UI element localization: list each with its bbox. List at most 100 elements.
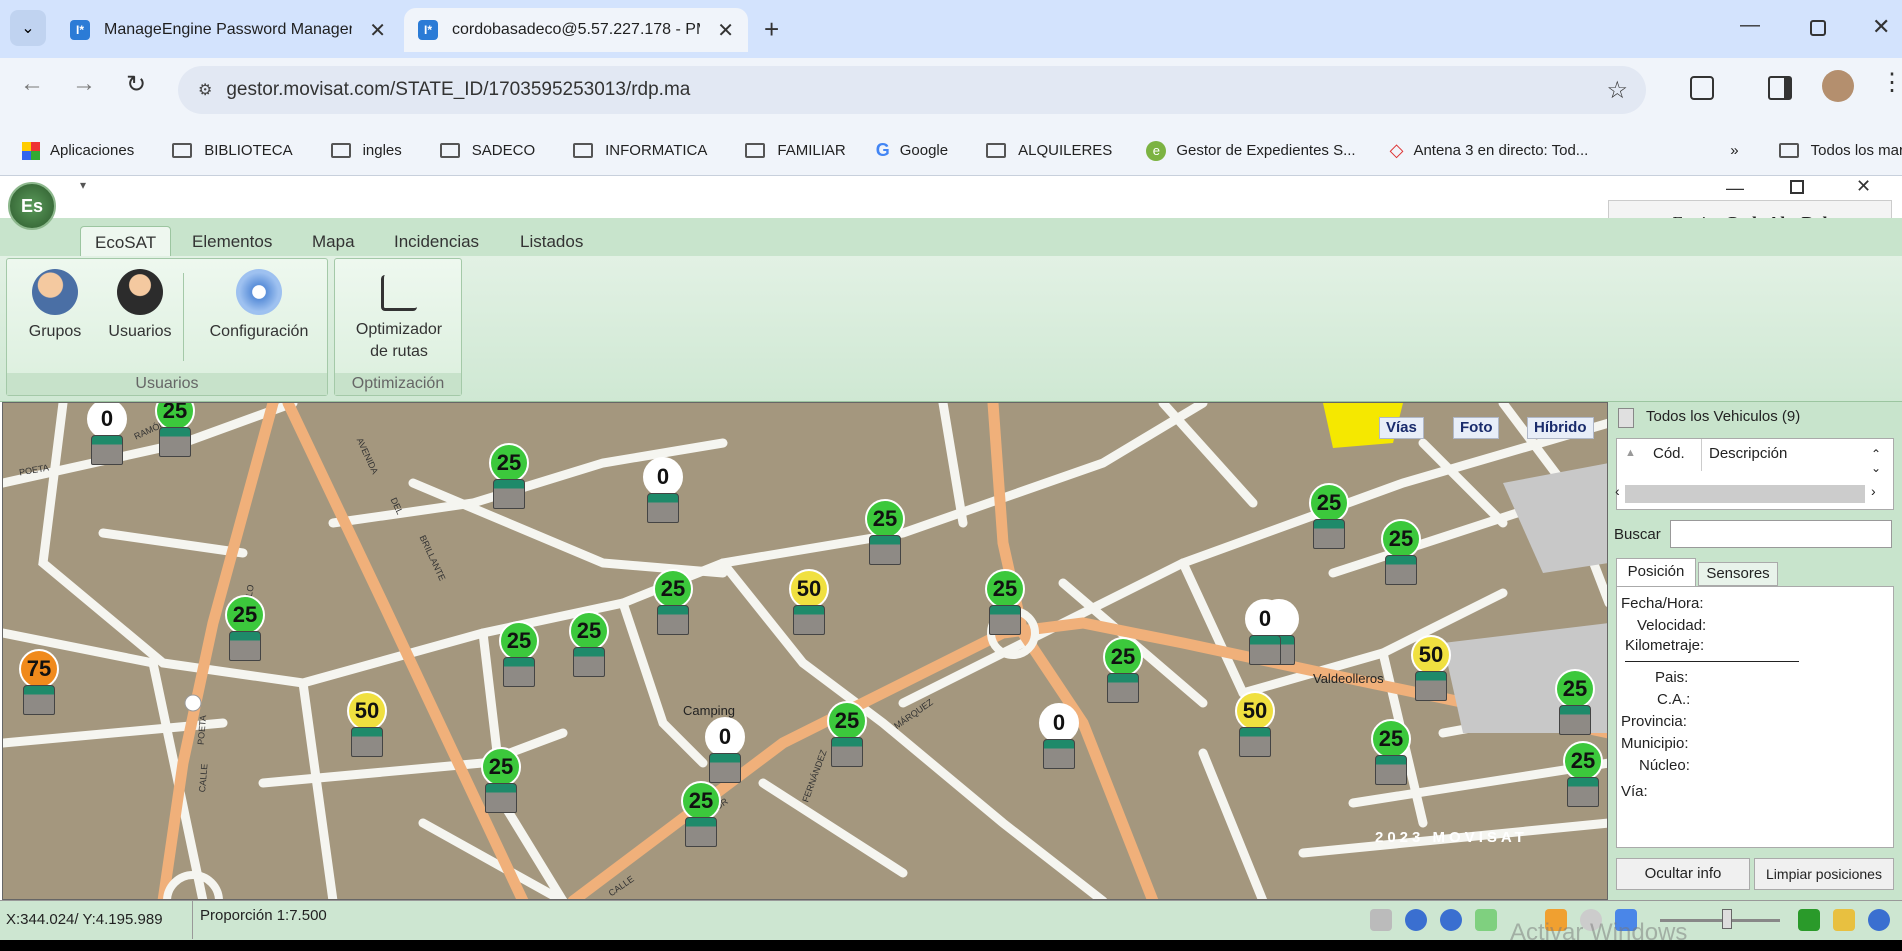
map-mode-foto-button[interactable]: Foto — [1453, 417, 1500, 439]
scroll-right-icon[interactable]: › — [1871, 483, 1876, 499]
menu-kebab-icon[interactable]: ⋮ — [1880, 68, 1902, 97]
map-mode-hibrido-button[interactable]: Híbrido — [1527, 417, 1594, 439]
globe-icon[interactable] — [1440, 909, 1462, 931]
tab-posicion[interactable]: Posición — [1616, 558, 1696, 586]
layers-icon[interactable] — [1833, 909, 1855, 931]
field-via: Vía: — [1621, 783, 1648, 800]
container-marker[interactable]: 25 — [155, 403, 195, 457]
hide-info-button[interactable]: Ocultar info — [1616, 858, 1750, 890]
configuracion-button[interactable]: Configuración — [195, 269, 323, 343]
bookmark-aplicaciones[interactable]: Aplicaciones — [22, 141, 134, 160]
close-tab-icon[interactable]: ✕ — [369, 18, 386, 43]
tab-password-manager[interactable]: I* ManageEngine Password Manager Pro ✕ — [56, 8, 400, 52]
tab-ecosat[interactable]: EcoSAT — [80, 226, 172, 258]
container-marker[interactable]: 0 — [87, 403, 127, 465]
map-mode-vias-button[interactable]: Vías — [1379, 417, 1424, 439]
container-marker[interactable]: 25 — [1555, 669, 1595, 735]
zoom-in-icon[interactable] — [1798, 909, 1820, 931]
container-marker[interactable]: 0 — [643, 457, 683, 523]
zoom-slider-handle[interactable] — [1722, 909, 1732, 929]
container-marker[interactable]: 25 — [225, 595, 265, 661]
minimize-window-icon[interactable]: — — [1740, 14, 1760, 37]
container-marker[interactable]: 50 — [1235, 691, 1275, 757]
container-marker[interactable]: 25 — [1371, 719, 1411, 785]
new-tab-icon[interactable]: + — [764, 14, 779, 45]
home-icon[interactable] — [1370, 909, 1392, 931]
more-bookmarks-icon[interactable]: » — [1730, 142, 1738, 159]
container-marker[interactable]: 25 — [653, 569, 693, 635]
container-marker[interactable]: 25 — [1103, 637, 1143, 703]
bookmark-antena3[interactable]: ◇ Antena 3 en directo: Tod... — [1390, 140, 1589, 161]
container-marker[interactable]: 25 — [985, 569, 1025, 635]
fill-level-badge: 25 — [569, 611, 609, 651]
tab-search-chevron-icon[interactable]: ⌄ — [10, 10, 46, 46]
app-close-icon[interactable]: ✕ — [1856, 176, 1871, 197]
bookmark-familiar[interactable]: FAMILIAR — [745, 142, 846, 159]
side-panel-icon[interactable] — [1768, 76, 1792, 100]
grupos-button[interactable]: Grupos — [15, 269, 95, 343]
bookmark-alquileres[interactable]: ALQUILERES — [986, 142, 1112, 159]
bookmark-google[interactable]: G Google — [876, 140, 948, 161]
app-logo[interactable]: Es — [8, 182, 56, 230]
map-source-icon[interactable] — [1868, 909, 1890, 931]
scroll-down-icon[interactable]: ⌄ — [1871, 461, 1881, 475]
extensions-icon[interactable] — [1690, 76, 1714, 100]
container-marker[interactable]: 25 — [481, 747, 521, 813]
scroll-up-icon[interactable]: ⌃ — [1871, 447, 1881, 461]
back-arrow-icon[interactable] — [1475, 909, 1497, 931]
container-marker[interactable]: 25 — [569, 611, 609, 677]
sort-up-icon[interactable]: ▲ — [1625, 447, 1636, 459]
container-marker[interactable]: 50 — [1411, 635, 1451, 701]
address-bar[interactable]: ⚙ gestor.movisat.com/STATE_ID/1703595253… — [178, 66, 1646, 114]
info-icon[interactable] — [1405, 909, 1427, 931]
close-tab-icon[interactable]: ✕ — [717, 18, 734, 43]
scroll-left-icon[interactable]: ‹ — [1615, 483, 1620, 499]
optimizador-rutas-button[interactable]: Optimizador de rutas — [339, 269, 459, 363]
bookmark-gestor-expedientes[interactable]: e Gestor de Expedientes S... — [1146, 140, 1356, 161]
container-marker[interactable]: 0 — [705, 717, 745, 783]
container-marker[interactable]: 25 — [681, 781, 721, 847]
tab-incidencias[interactable]: Incidencias — [380, 226, 493, 258]
pin-icon[interactable] — [1618, 408, 1634, 428]
container-marker[interactable]: 25 — [827, 701, 867, 767]
container-marker[interactable]: 25 — [1563, 741, 1603, 807]
container-marker[interactable]: 25 — [1309, 483, 1349, 549]
quick-access-icon[interactable]: ▾ — [80, 178, 86, 192]
usuarios-button[interactable]: Usuarios — [95, 269, 185, 343]
col-header-description[interactable]: Descripción — [1709, 445, 1787, 462]
container-marker[interactable]: 25 — [499, 621, 539, 687]
close-window-icon[interactable]: ✕ — [1872, 14, 1890, 40]
tab-sensores[interactable]: Sensores — [1698, 562, 1778, 586]
container-marker[interactable]: 25 — [1381, 519, 1421, 585]
search-input[interactable] — [1670, 520, 1892, 548]
bookmark-all[interactable]: Todos los marcadores — [1778, 142, 1902, 159]
profile-avatar[interactable] — [1822, 70, 1854, 102]
clear-positions-button[interactable]: Limpiar posiciones — [1754, 858, 1894, 890]
container-marker[interactable]: 50 — [789, 569, 829, 635]
tab-elementos[interactable]: Elementos — [178, 226, 286, 258]
container-marker[interactable]: 0 — [1039, 703, 1079, 769]
bookmark-ingles[interactable]: ingles — [330, 142, 402, 159]
container-marker[interactable]: 50 — [347, 691, 387, 757]
container-marker[interactable]: 75 — [19, 649, 59, 715]
bookmark-star-icon[interactable]: ☆ — [1606, 76, 1628, 105]
maximize-window-icon[interactable] — [1810, 20, 1826, 36]
bookmark-sadeco[interactable]: SADECO — [439, 142, 535, 159]
site-info-icon[interactable]: ⚙ — [198, 80, 212, 100]
app-restore-icon[interactable] — [1790, 180, 1804, 194]
tab-mapa[interactable]: Mapa — [298, 226, 369, 258]
reload-icon[interactable]: ↻ — [126, 70, 146, 99]
forward-icon[interactable]: → — [72, 70, 96, 98]
tab-rdp-session[interactable]: I* cordobasadeco@5.57.227.178 - PMP ✕ — [404, 8, 748, 52]
horizontal-scrollbar[interactable] — [1625, 485, 1865, 503]
back-icon[interactable]: ← — [20, 70, 44, 98]
container-marker[interactable]: 25 — [489, 443, 529, 509]
bookmark-informatica[interactable]: INFORMATICA — [573, 142, 707, 159]
container-marker[interactable]: 25 — [865, 499, 905, 565]
app-minimize-icon[interactable]: — — [1726, 178, 1744, 199]
bookmark-biblioteca[interactable]: BIBLIOTECA — [172, 142, 293, 159]
map-view[interactable]: Camping Valdeolleros POETA RAMÓN AVENIDA… — [2, 402, 1608, 900]
container-marker[interactable]: 0 — [1245, 599, 1285, 665]
tab-listados[interactable]: Listados — [506, 226, 597, 258]
col-header-code[interactable]: Cód. — [1653, 445, 1685, 462]
